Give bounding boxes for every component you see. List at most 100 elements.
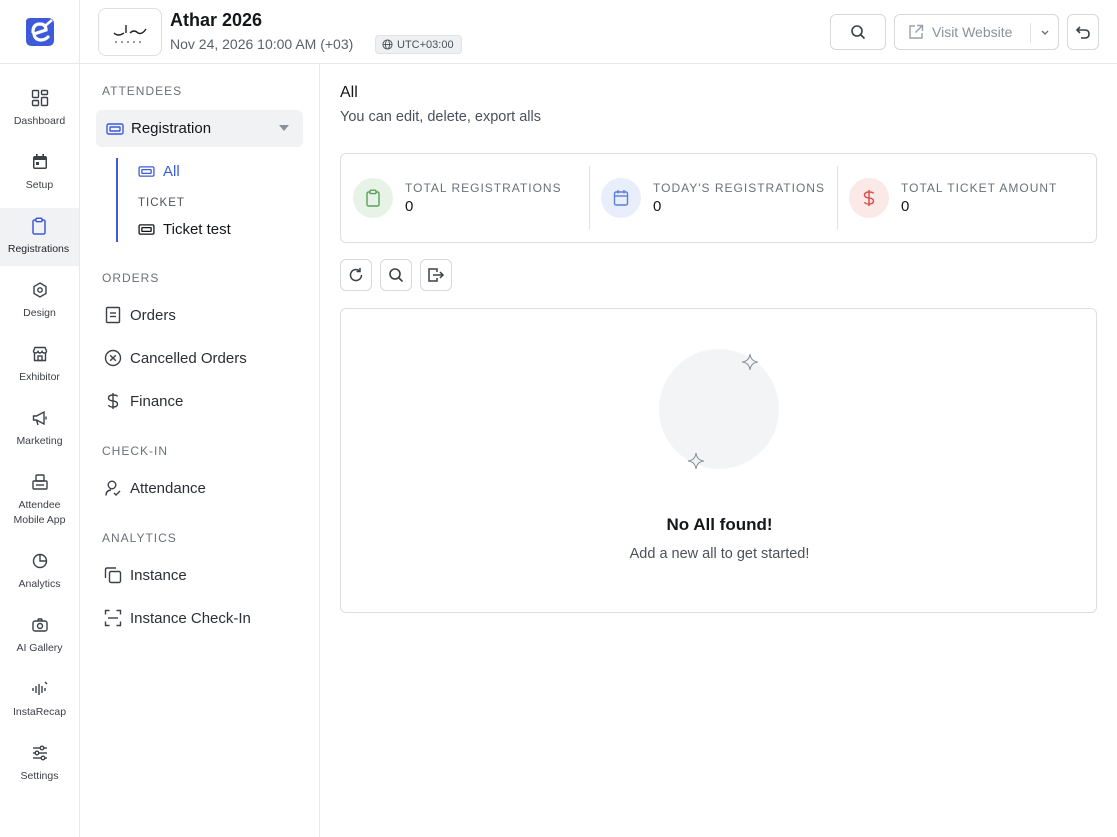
rail-item-ai-gallery[interactable]: AI Gallery [0,607,79,665]
subnav-item-label: Orders [130,306,176,324]
subnav-item-ticket-test[interactable]: Ticket test [138,221,231,238]
stat-todays-registrations: TODAY'S REGISTRATIONS 0 [601,154,825,242]
top-header: Athar 2026 Nov 24, 2026 10:00 AM (+03) U… [80,0,1117,64]
event-date: Nov 24, 2026 10:00 AM (+03) [170,36,354,52]
empty-state: No All found! Add a new all to get start… [340,308,1097,613]
timezone-badge: UTC+03:00 [375,35,462,54]
undo-icon [1075,26,1090,39]
stat-value: 0 [405,198,414,215]
user-check-icon [104,479,122,497]
subnav-item-attendance[interactable]: Attendance [104,479,206,497]
event-logo-icon [113,25,147,43]
design-icon [30,280,50,300]
stat-label: TOTAL REGISTRATIONS [405,181,562,195]
sparkle-icon [687,452,705,470]
subnav-item-cancelled-orders[interactable]: Cancelled Orders [104,349,247,367]
rail-item-marketing[interactable]: Marketing [0,400,79,458]
refresh-icon [349,268,363,282]
document-icon [104,306,122,324]
secondary-sidebar: ATTENDEES Registration All TICKET Ticket… [80,64,320,837]
stat-divider [837,166,838,230]
rail-label: Setup [25,179,54,191]
refresh-button[interactable] [340,259,372,291]
calendar-icon [601,178,641,218]
rail-item-settings[interactable]: Settings [0,735,79,793]
section-title-analytics: ANALYTICS [102,531,177,545]
dollar-icon [849,178,889,218]
subnav-item-label: All [163,163,180,180]
copy-icon [104,566,122,584]
subnav-item-all[interactable]: All [138,163,180,180]
rail-label: Dashboard [13,115,66,127]
subnav-item-instance[interactable]: Instance [104,566,187,584]
stat-value: 0 [653,198,662,215]
stat-value: 0 [901,198,910,215]
main-content: All You can edit, delete, export alls TO… [320,64,1117,837]
dollar-icon [104,392,122,410]
ticket-icon [138,224,155,235]
undo-button[interactable] [1067,14,1099,50]
visit-website-label: Visit Website [932,24,1013,40]
subnav-item-label: Ticket test [163,221,231,238]
stat-label: TOTAL TICKET AMOUNT [901,181,1058,195]
app-logo-icon [25,17,54,46]
empty-state-title: No All found! [666,515,773,534]
section-title-ticket: TICKET [138,197,185,209]
rail-label: AI Gallery [16,642,63,654]
megaphone-icon [30,408,50,428]
x-circle-icon [104,349,122,367]
rail-label: Registrations [7,243,70,255]
search-button[interactable] [830,14,886,50]
subnav-item-label: Attendance [130,479,206,497]
search-table-button[interactable] [380,259,412,291]
timezone-label: UTC+03:00 [397,38,454,51]
rail-label: Exhibitor [19,371,60,383]
subnav-item-label: Cancelled Orders [130,349,247,367]
event-logo [98,8,162,56]
stat-label: TODAY'S REGISTRATIONS [653,181,825,195]
subnav-item-label: Instance Check-In [130,609,251,627]
main-rail: Dashboard Setup Registrations Design Exh… [0,0,80,837]
registration-label: Registration [131,120,212,137]
app-logo[interactable] [0,0,79,64]
rail-item-attendee-mobile-app[interactable]: Attendee Mobile App [0,464,79,534]
rail-label: Attendee Mobile App [13,499,66,526]
section-title-checkin: CHECK-IN [102,444,169,458]
rail-item-registrations[interactable]: Registrations [0,208,79,266]
page-subtitle: You can edit, delete, export alls [340,109,541,125]
ticket-icon [106,122,124,135]
rail-item-exhibitor[interactable]: Exhibitor [0,336,79,394]
registration-dropdown[interactable]: Registration [96,110,303,147]
event-title: Athar 2026 [170,10,263,30]
rail-label: Analytics [18,578,61,590]
caret-down-icon [279,125,289,131]
rail-item-instarecap[interactable]: InstaRecap [0,671,79,729]
calendar-icon [30,152,50,172]
empty-illustration [659,349,779,469]
rail-label: Settings [20,770,59,782]
chevron-down-icon [1041,30,1049,35]
export-button[interactable] [420,259,452,291]
mobile-app-icon [30,472,50,492]
subnav-item-finance[interactable]: Finance [104,392,183,410]
pie-chart-icon [30,551,50,571]
ticket-icon [138,166,155,177]
rail-item-dashboard[interactable]: Dashboard [0,80,79,138]
tree-line [116,158,118,242]
visit-website-button[interactable]: Visit Website [894,14,1059,50]
page-title: All [340,84,358,101]
rail-item-analytics[interactable]: Analytics [0,543,79,601]
rail-item-setup[interactable]: Setup [0,144,79,202]
subnav-item-orders[interactable]: Orders [104,306,176,324]
globe-icon [382,39,393,50]
stat-divider [589,166,590,230]
clipboard-icon [353,178,393,218]
rail-item-design[interactable]: Design [0,272,79,330]
stat-total-ticket-amount: TOTAL TICKET AMOUNT 0 [849,154,1057,242]
subnav-item-instance-checkin[interactable]: Instance Check-In [104,609,251,627]
rail-label: Marketing [16,435,63,447]
empty-state-subtitle: Add a new all to get started! [629,546,810,562]
subnav-item-label: Instance [130,566,187,584]
rail-label: InstaRecap [12,706,67,718]
search-icon [389,268,404,283]
